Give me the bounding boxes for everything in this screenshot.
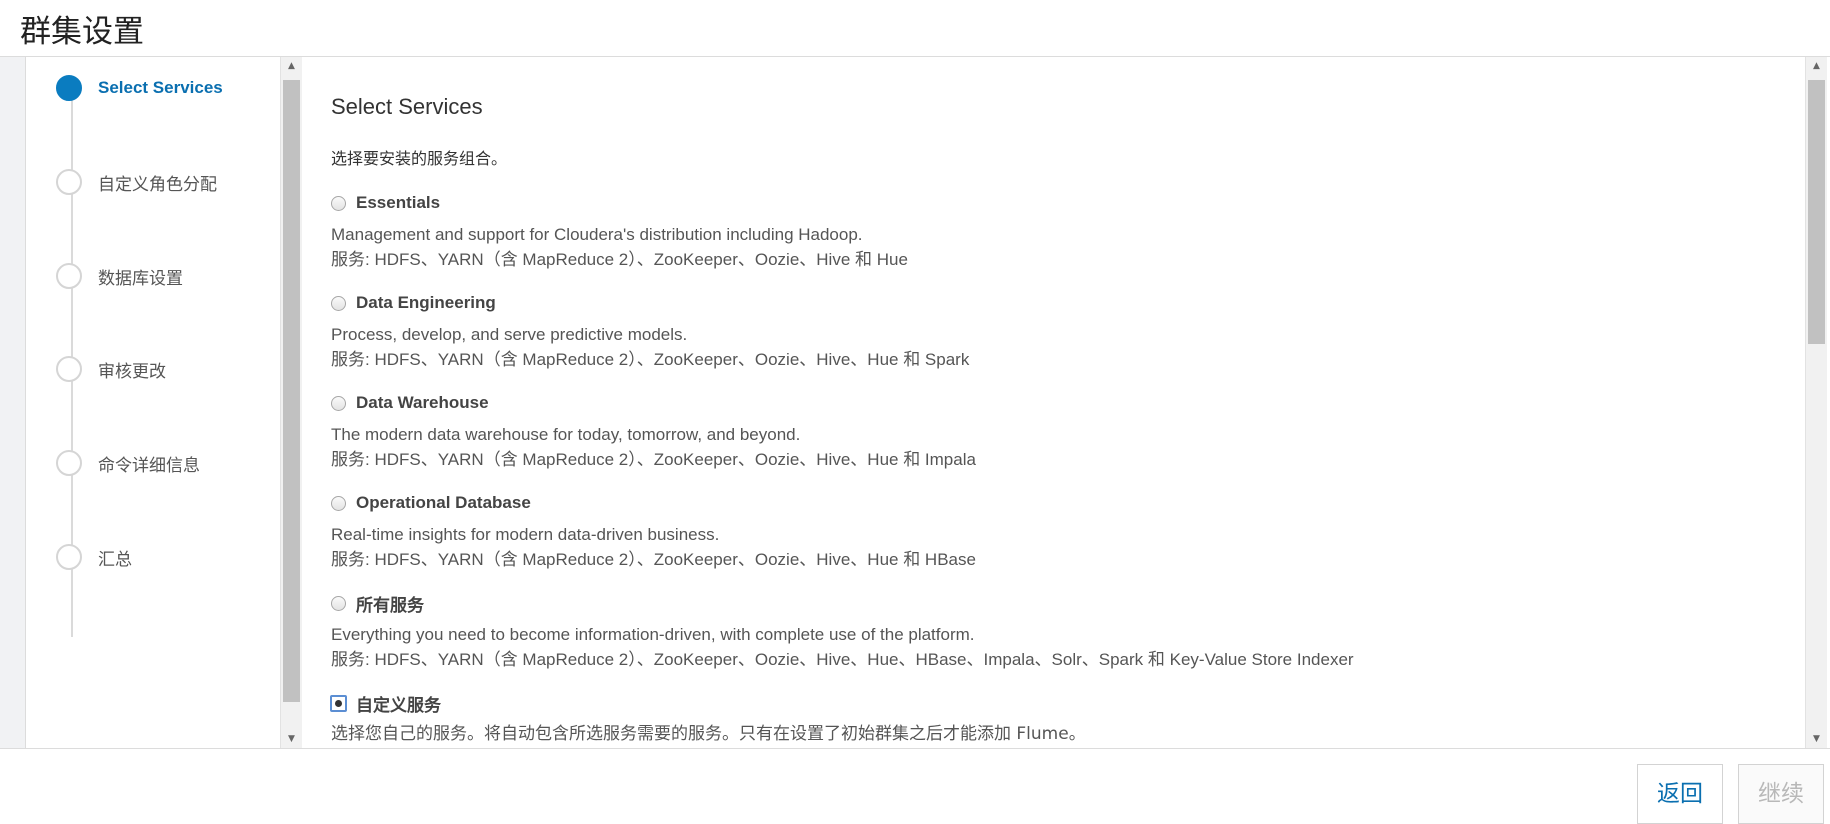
option-description: Real-time insights for modern data-drive… — [331, 525, 720, 544]
radio-operational-database[interactable] — [331, 495, 346, 511]
triangle-up-icon[interactable]: ▲ — [1806, 57, 1827, 75]
option-name[interactable]: Essentials — [356, 193, 440, 213]
option-description: Everything you need to become informatio… — [331, 625, 975, 644]
step-circle-icon — [56, 356, 82, 382]
step-custom-role-assignment[interactable]: 自定义角色分配 — [56, 167, 217, 197]
wizard-steps-nav: Select Services 自定义角色分配 数据库设置 审核更改 命令详细信… — [26, 57, 279, 748]
content-scrollbar[interactable]: ▲ ▼ — [1805, 57, 1827, 748]
wizard-footer: 返回 继续 — [0, 748, 1830, 824]
option-services: 服务: HDFS、YARN（含 MapReduce 2）、ZooKeeper、O… — [331, 450, 976, 469]
option-services: 服务: HDFS、YARN（含 MapReduce 2）、ZooKeeper、O… — [331, 650, 1354, 669]
option-name[interactable]: Operational Database — [356, 493, 531, 513]
option-name[interactable]: Data Warehouse — [356, 393, 489, 413]
option-description: Management and support for Cloudera's di… — [331, 225, 863, 244]
option-description: Process, develop, and serve predictive m… — [331, 325, 688, 344]
radio-all-services[interactable] — [331, 595, 346, 611]
radio-essentials[interactable] — [331, 195, 346, 211]
option-data-engineering: Data Engineering Process, develop, and s… — [331, 291, 969, 372]
option-services: 服务: HDFS、YARN（含 MapReduce 2）、ZooKeeper、O… — [331, 250, 908, 269]
option-services: 服务: HDFS、YARN（含 MapReduce 2）、ZooKeeper、O… — [331, 350, 970, 369]
option-services: 服务: HDFS、YARN（含 MapReduce 2）、ZooKeeper、O… — [331, 550, 976, 569]
left-gutter — [0, 57, 26, 748]
step-label: 命令详细信息 — [98, 455, 200, 476]
continue-button[interactable]: 继续 — [1738, 764, 1824, 824]
section-heading: Select Services — [331, 94, 483, 119]
step-label: 自定义角色分配 — [98, 174, 217, 195]
step-review-changes[interactable]: 审核更改 — [56, 354, 166, 384]
title-bar: 群集设置 — [0, 0, 1830, 57]
step-label: Select Services — [98, 78, 223, 97]
option-name[interactable]: 所有服务 — [356, 591, 424, 616]
step-circle-icon — [56, 544, 82, 570]
step-circle-icon — [56, 263, 82, 289]
page-title: 群集设置 — [20, 14, 144, 50]
step-label: 数据库设置 — [98, 268, 183, 289]
nav-scroll-thumb[interactable] — [283, 80, 300, 702]
select-services-panel: Select Services 选择要安装的服务组合。 Essentials M… — [302, 57, 1805, 748]
step-select-services[interactable]: Select Services — [56, 73, 223, 103]
option-name[interactable]: 自定义服务 — [356, 691, 441, 716]
step-database-setup[interactable]: 数据库设置 — [56, 261, 183, 291]
radio-custom-services[interactable] — [330, 694, 347, 712]
back-button[interactable]: 返回 — [1637, 764, 1723, 824]
triangle-up-icon[interactable]: ▲ — [281, 57, 302, 75]
section-intro: 选择要安装的服务组合。 — [331, 149, 508, 168]
step-circle-icon — [56, 75, 82, 101]
step-circle-icon — [56, 169, 82, 195]
step-label: 汇总 — [98, 549, 132, 570]
step-label: 审核更改 — [98, 361, 166, 382]
option-essentials: Essentials Management and support for Cl… — [331, 191, 908, 272]
step-circle-icon — [56, 450, 82, 476]
option-custom-services: 自定义服务 选择您自己的服务。将自动包含所选服务需要的服务。只有在设置了初始群集… — [330, 691, 1086, 747]
option-description: The modern data warehouse for today, tom… — [331, 425, 801, 444]
content-scroll-thumb[interactable] — [1808, 80, 1825, 344]
nav-scrollbar[interactable]: ▲ ▼ — [280, 57, 303, 748]
option-data-warehouse: Data Warehouse The modern data warehouse… — [331, 391, 976, 472]
step-command-details[interactable]: 命令详细信息 — [56, 448, 200, 478]
radio-data-engineering[interactable] — [331, 295, 346, 311]
radio-data-warehouse[interactable] — [331, 395, 346, 411]
triangle-down-icon[interactable]: ▼ — [281, 730, 302, 748]
option-operational-database: Operational Database Real-time insights … — [331, 491, 976, 572]
option-name[interactable]: Data Engineering — [356, 293, 496, 313]
option-all-services: 所有服务 Everything you need to become infor… — [331, 591, 1354, 672]
triangle-down-icon[interactable]: ▼ — [1806, 730, 1827, 748]
option-description: 选择您自己的服务。将自动包含所选服务需要的服务。只有在设置了初始群集之后才能添加… — [331, 724, 1086, 744]
step-summary[interactable]: 汇总 — [56, 542, 132, 572]
